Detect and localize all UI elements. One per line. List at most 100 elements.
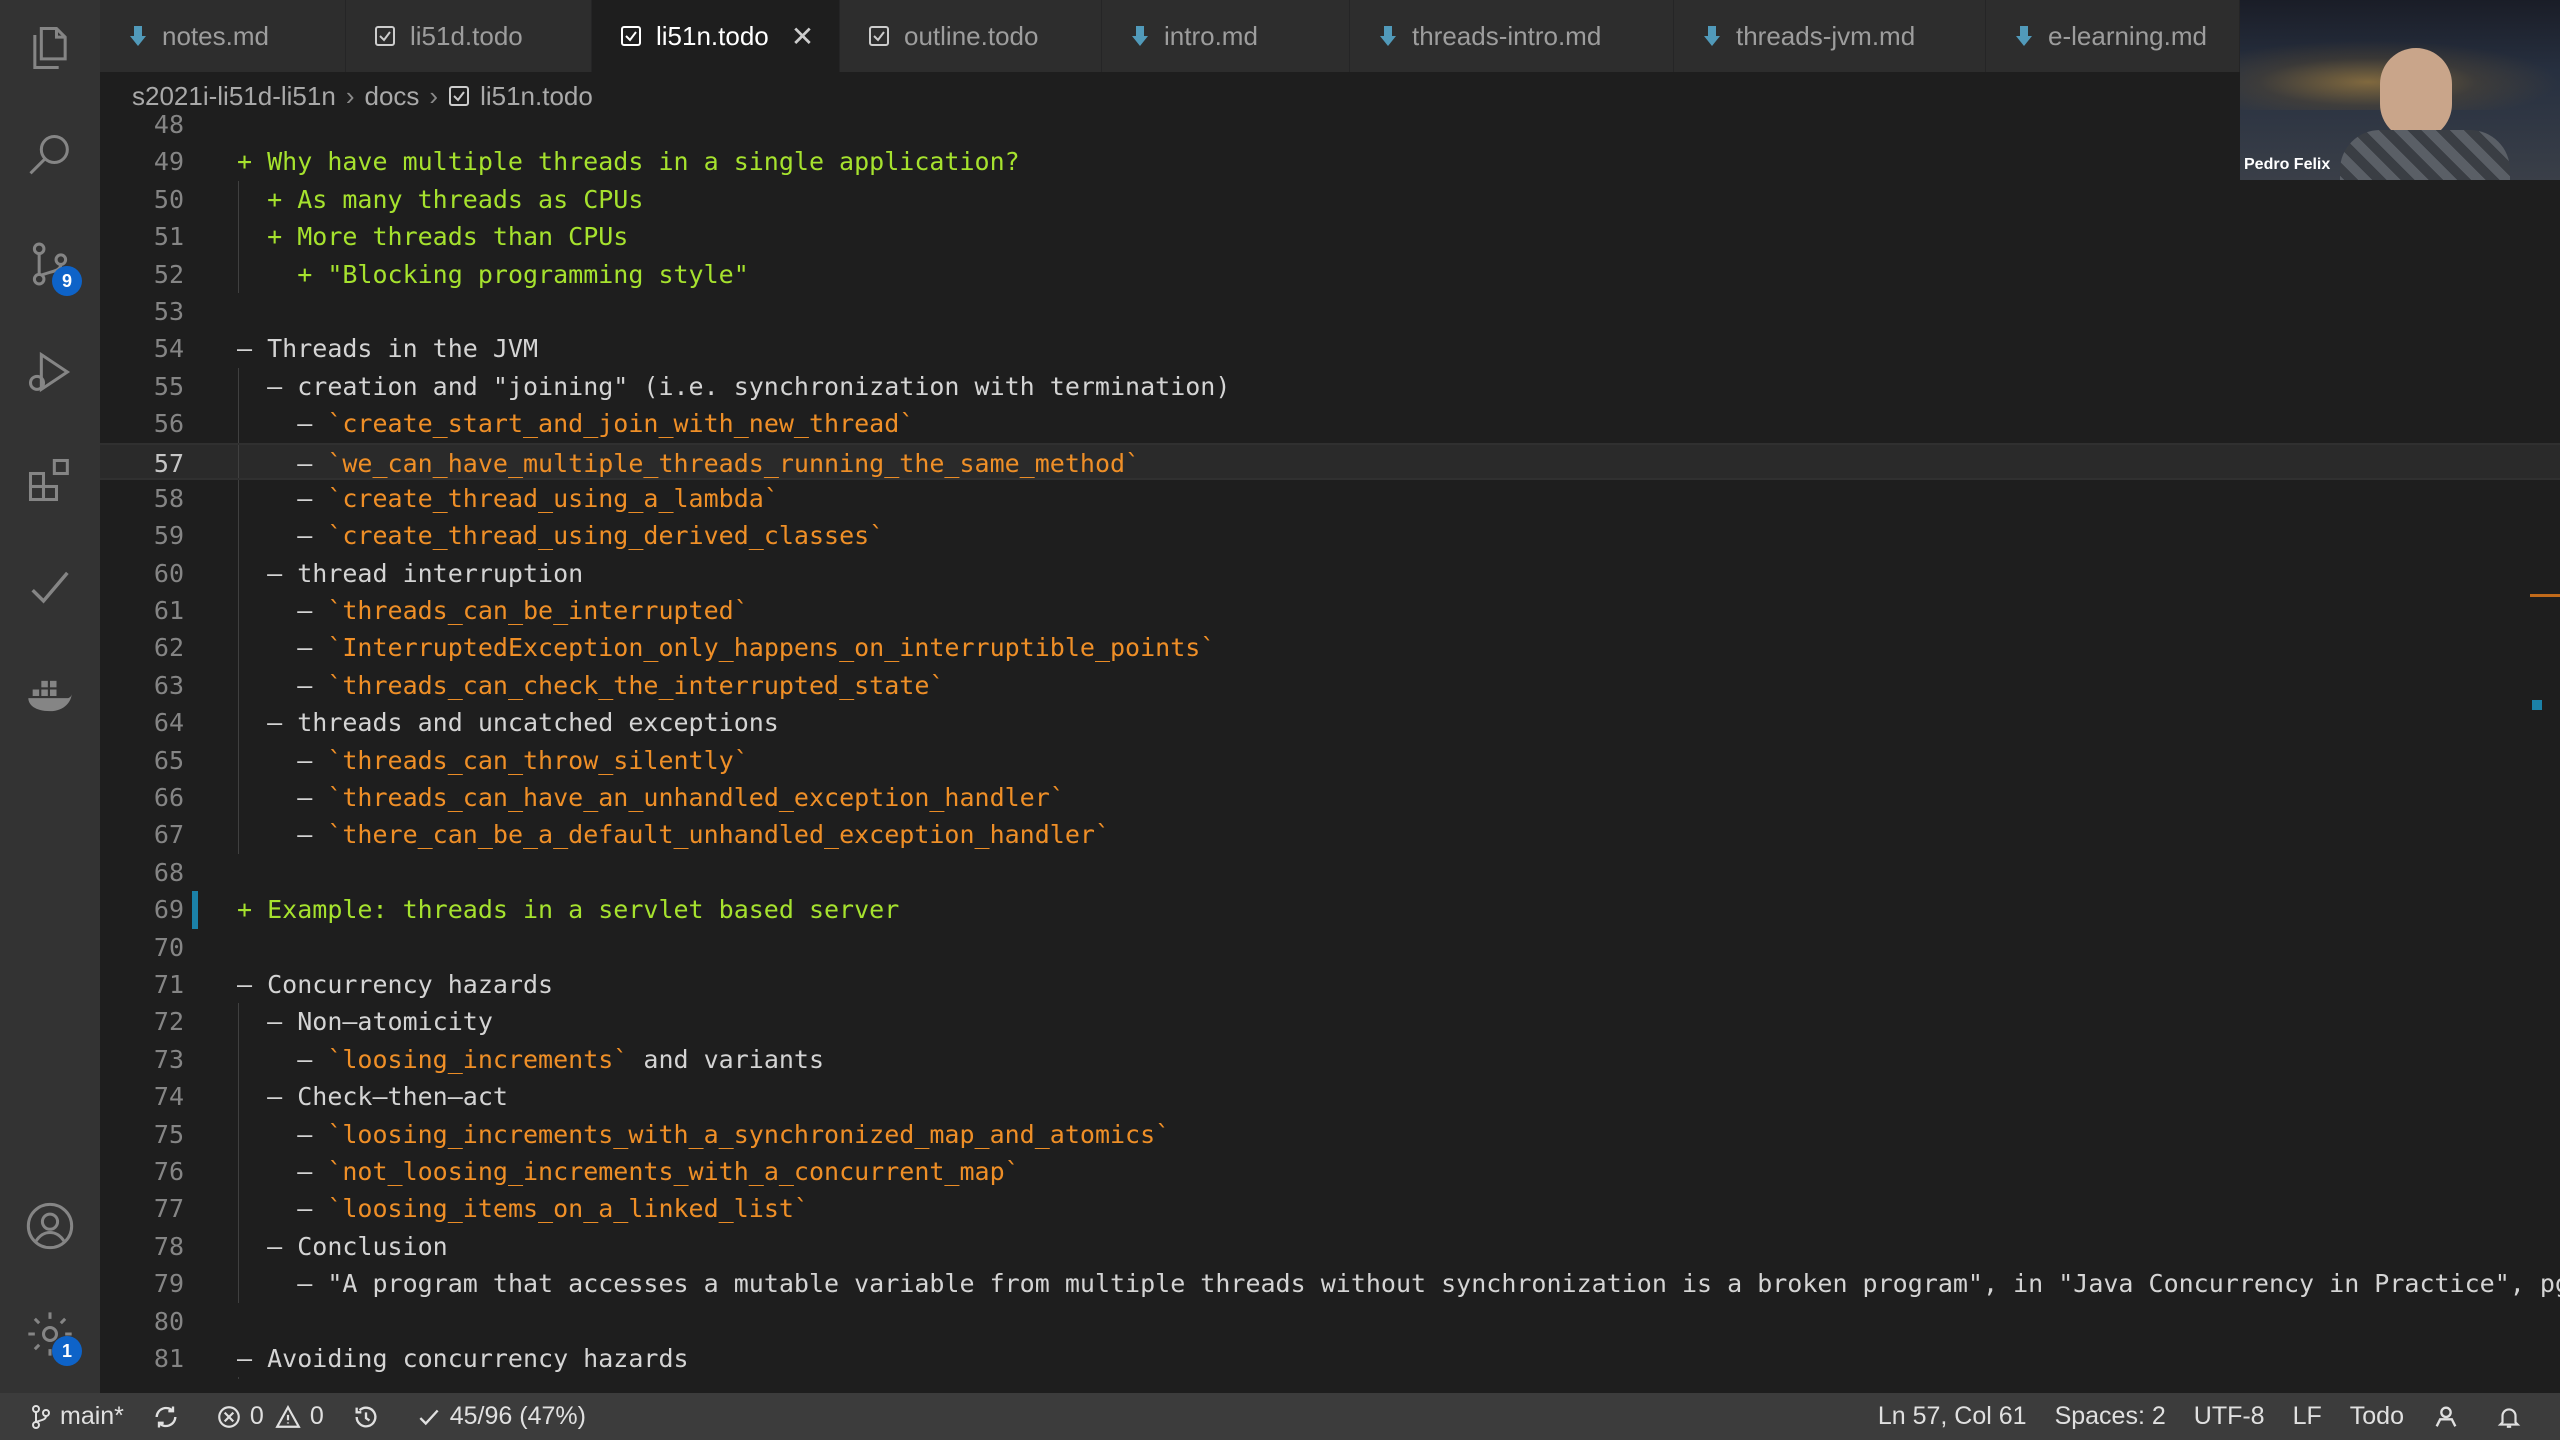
line-number[interactable]: 70	[100, 929, 184, 966]
code-line[interactable]: 49 + Why have multiple threads in a singl…	[100, 143, 2560, 180]
line-number[interactable]: 67	[100, 816, 184, 853]
code-editor[interactable]: 48 49 + Why have multiple threads in a sin…	[100, 106, 2560, 1379]
code-line[interactable]: 76 – `not_loosing_increments_with_a_conc…	[100, 1152, 2560, 1191]
line-number[interactable]: 62	[100, 629, 184, 666]
code-line[interactable]: 54 – Threads in the JVM	[100, 330, 2560, 367]
line-number[interactable]: 74	[100, 1078, 184, 1115]
code-line[interactable]: 61 – `threads_can_be_interrupted`	[100, 592, 2560, 630]
line-number[interactable]: 61	[100, 592, 184, 629]
code-line[interactable]: 52 + "Blocking programming style"	[100, 255, 2560, 293]
line-number[interactable]: 66	[100, 779, 184, 816]
encoding[interactable]: UTF-8	[2180, 1393, 2279, 1440]
code-line[interactable]: 69 + Example: threads in a servlet based …	[100, 891, 2560, 929]
line-number[interactable]: 82	[100, 1377, 184, 1379]
code-line[interactable]: 77 – `loosing_items_on_a_linked_list`	[100, 1190, 2560, 1228]
code-line[interactable]: 51 + More threads than CPUs	[100, 218, 2560, 256]
code-line[interactable]: 82 – Do not share data between threads	[100, 1377, 2560, 1379]
code-line[interactable]: 55 – creation and "joining" (i.e. synchr…	[100, 367, 2560, 406]
line-number[interactable]: 59	[100, 517, 184, 554]
code-line[interactable]: 63 – `threads_can_check_the_interrupted_…	[100, 666, 2560, 705]
code-line[interactable]: 60 – thread interruption	[100, 554, 2560, 593]
tab-li51n-todo[interactable]: li51n.todo ✕	[592, 0, 840, 72]
code-line[interactable]: 80	[100, 1303, 2560, 1340]
todo-progress[interactable]: 45/96 (47%)	[402, 1393, 600, 1440]
line-number[interactable]: 58	[100, 480, 184, 517]
code-line[interactable]: 48	[100, 106, 2560, 143]
checkmark-icon[interactable]	[22, 560, 78, 616]
line-number[interactable]: 54	[100, 330, 184, 367]
source-control-icon[interactable]: 9	[22, 236, 82, 296]
search-icon[interactable]	[22, 128, 78, 184]
line-number[interactable]: 79	[100, 1265, 184, 1302]
code-line[interactable]: 81 – Avoiding concurrency hazards	[100, 1340, 2560, 1377]
code-line[interactable]: 79 – "A program that accesses a mutable …	[100, 1265, 2560, 1303]
line-number[interactable]: 55	[100, 368, 184, 405]
line-number[interactable]: 71	[100, 966, 184, 1003]
code-line[interactable]: 53	[100, 293, 2560, 330]
code-line[interactable]: 64 – threads and uncatched exceptions	[100, 704, 2560, 742]
end-of-line[interactable]: LF	[2279, 1393, 2336, 1440]
extensions-icon[interactable]	[22, 452, 78, 508]
line-number[interactable]: 56	[100, 405, 184, 442]
indentation[interactable]: Spaces: 2	[2041, 1393, 2180, 1440]
line-number[interactable]: 50	[100, 181, 184, 218]
code-line[interactable]: 62 – `InterruptedException_only_happens_…	[100, 629, 2560, 667]
code-line[interactable]: 70	[100, 929, 2560, 966]
feedback-button[interactable]	[2418, 1393, 2482, 1440]
close-tab-icon[interactable]: ✕	[791, 20, 814, 53]
line-number[interactable]: 69	[100, 891, 184, 928]
tab-intro-md[interactable]: intro.md	[1102, 0, 1350, 72]
code-line[interactable]: 72 – Non–atomicity	[100, 1003, 2560, 1041]
account-icon[interactable]	[22, 1198, 78, 1254]
tab-threads-intro-md[interactable]: threads-intro.md	[1350, 0, 1674, 72]
code-line[interactable]: 66 – `threads_can_have_an_unhandled_exce…	[100, 779, 2560, 817]
line-number[interactable]: 80	[100, 1303, 184, 1340]
settings-gear-icon[interactable]: 1	[22, 1306, 82, 1366]
line-number[interactable]: 65	[100, 742, 184, 779]
line-number[interactable]: 68	[100, 854, 184, 891]
code-line[interactable]: 65 – `threads_can_throw_silently`	[100, 741, 2560, 780]
code-line[interactable]: 71 – Concurrency hazards	[100, 966, 2560, 1003]
line-number[interactable]: 77	[100, 1190, 184, 1227]
tab-threads-jvm-md[interactable]: threads-jvm.md	[1674, 0, 1986, 72]
files-icon[interactable]	[22, 20, 78, 76]
notifications-button[interactable]	[2482, 1393, 2560, 1440]
code-line[interactable]: 78 – Conclusion	[100, 1227, 2560, 1266]
tab-e-learning-md[interactable]: e-learning.md	[1986, 0, 2240, 72]
line-number[interactable]: 78	[100, 1228, 184, 1265]
line-number[interactable]: 60	[100, 555, 184, 592]
line-number[interactable]: 49	[100, 143, 184, 180]
line-number[interactable]: 72	[100, 1003, 184, 1040]
line-number[interactable]: 75	[100, 1116, 184, 1153]
code-line[interactable]: 67 – `there_can_be_a_default_unhandled_e…	[100, 816, 2560, 854]
line-number[interactable]: 63	[100, 667, 184, 704]
problems-indicator[interactable]: 0 0	[202, 1393, 338, 1440]
branch-indicator[interactable]: main*	[0, 1393, 138, 1440]
line-number[interactable]: 76	[100, 1153, 184, 1190]
language-mode[interactable]: Todo	[2336, 1393, 2418, 1440]
code-line[interactable]: 74 – Check–then–act	[100, 1078, 2560, 1116]
run-debug-icon[interactable]	[22, 344, 78, 400]
tab-outline-todo[interactable]: outline.todo	[840, 0, 1102, 72]
docker-icon[interactable]	[22, 668, 78, 724]
line-number[interactable]: 53	[100, 293, 184, 330]
code-line[interactable]: 75 – `loosing_increments_with_a_synchron…	[100, 1115, 2560, 1153]
tab-li51d-todo[interactable]: li51d.todo	[346, 0, 592, 72]
line-number[interactable]: 64	[100, 704, 184, 741]
history-button[interactable]	[338, 1393, 402, 1440]
code-line[interactable]: 50 + As many threads as CPUs	[100, 180, 2560, 219]
line-number[interactable]: 81	[100, 1340, 184, 1377]
cursor-position[interactable]: Ln 57, Col 61	[1864, 1393, 2041, 1440]
code-line[interactable]: 68	[100, 854, 2560, 891]
line-number[interactable]: 57	[100, 445, 184, 482]
line-number[interactable]: 48	[100, 106, 184, 143]
code-line[interactable]: 56 – `create_start_and_join_with_new_thr…	[100, 405, 2560, 443]
sync-button[interactable]	[138, 1393, 202, 1440]
code-line[interactable]: 57 – `we_can_have_multiple_threads_runni…	[100, 442, 2560, 482]
code-line[interactable]: 73 – `loosing_increments` and variants	[100, 1040, 2560, 1079]
modified-line-marker[interactable]	[192, 891, 198, 929]
tab-notes-md[interactable]: notes.md	[100, 0, 346, 72]
code-line[interactable]: 58 – `create_thread_using_a_lambda`	[100, 479, 2560, 518]
line-number[interactable]: 52	[100, 256, 184, 293]
code-line[interactable]: 59 – `create_thread_using_derived_classe…	[100, 517, 2560, 555]
